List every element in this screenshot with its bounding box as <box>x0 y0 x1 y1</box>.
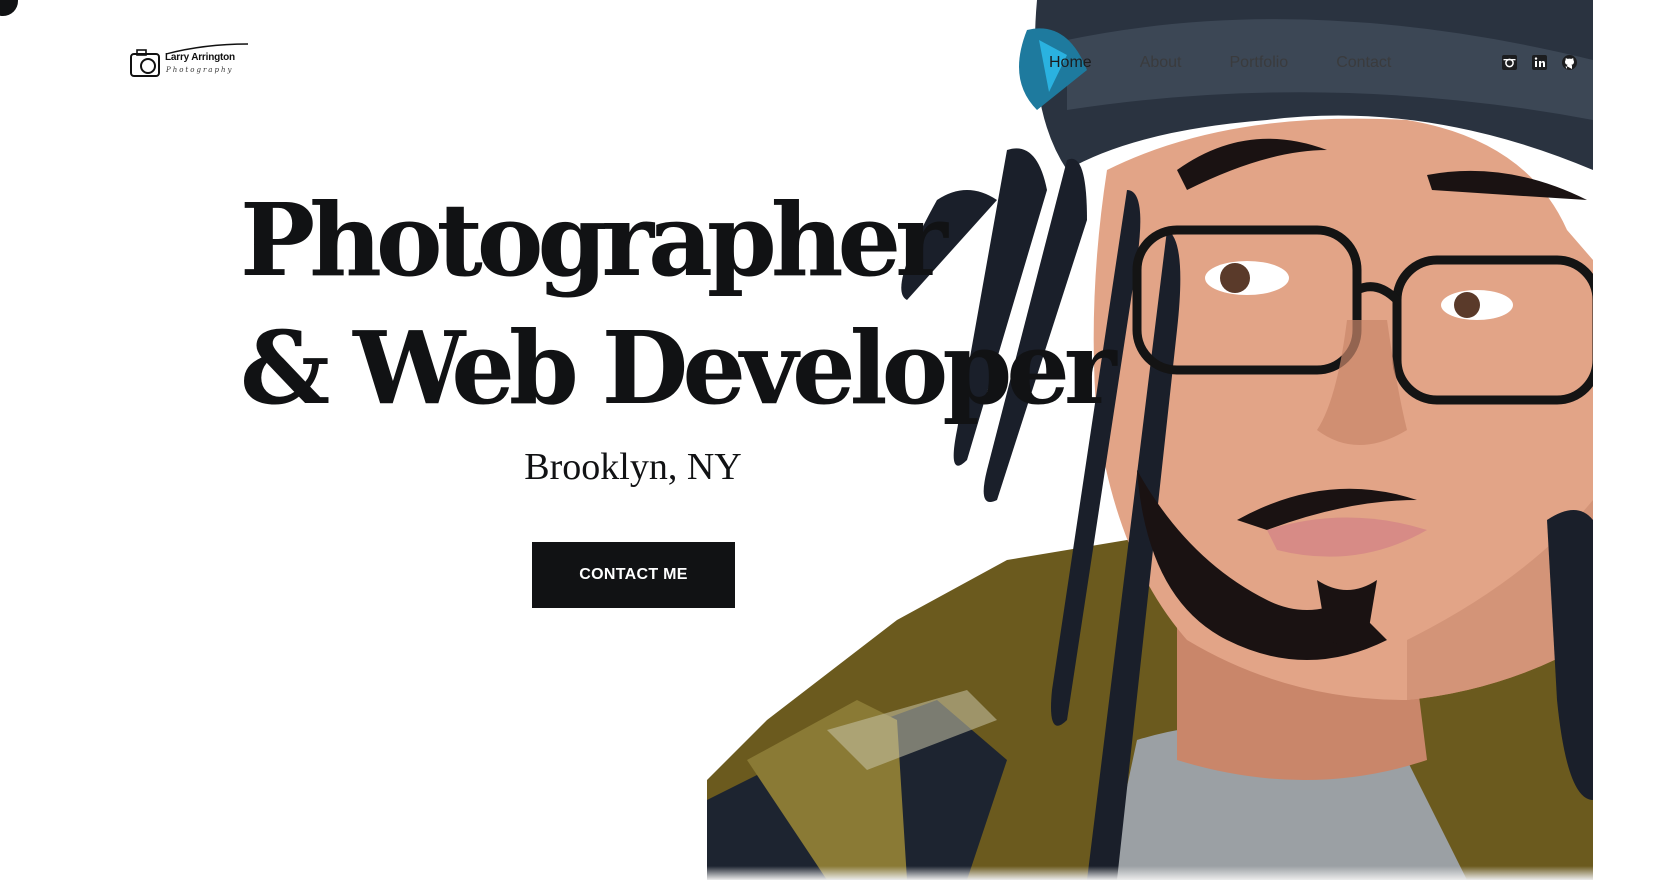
main-nav: Home About Portfolio Contact <box>1049 54 1439 72</box>
nav-home[interactable]: Home <box>1049 54 1092 72</box>
contact-me-button[interactable]: CONTACT ME <box>532 542 735 608</box>
linkedin-icon[interactable] <box>1531 54 1548 71</box>
bottom-fade <box>707 866 1593 880</box>
site-logo[interactable]: Larry Arrington Photography <box>130 42 250 84</box>
nav-about[interactable]: About <box>1140 54 1182 72</box>
nav-contact[interactable]: Contact <box>1336 54 1391 72</box>
camera-icon <box>130 49 160 77</box>
nav-portfolio[interactable]: Portfolio <box>1230 54 1289 72</box>
location-subtitle: Brooklyn, NY <box>524 446 742 488</box>
corner-dot <box>0 0 18 16</box>
logo-subtitle: Photography <box>166 66 234 74</box>
hero-title-line-2: & Web Developer <box>240 309 1117 427</box>
portrait-illustration <box>707 0 1593 880</box>
instagram-icon[interactable] <box>1501 54 1518 71</box>
hero-title: Photographer & Web Developer <box>240 176 1117 432</box>
social-links <box>1501 54 1578 71</box>
hero-title-line-1: Photographer <box>240 181 948 299</box>
github-icon[interactable] <box>1561 54 1578 71</box>
logo-name: Larry Arrington <box>165 52 235 63</box>
